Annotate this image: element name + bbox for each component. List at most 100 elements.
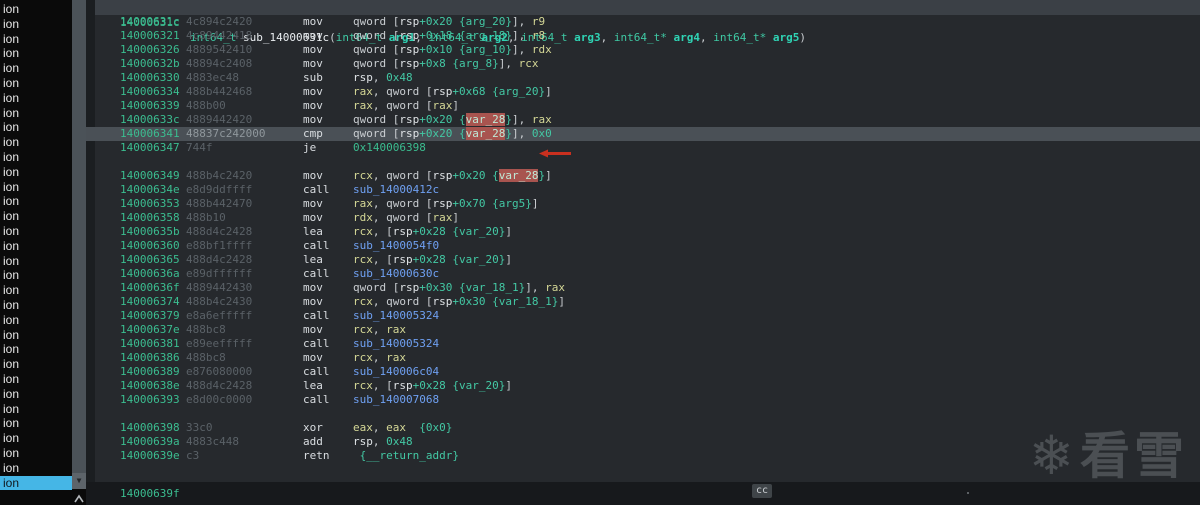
- disasm-row[interactable]: 140006358 488b10 mov rdx, qword [rax]: [86, 211, 1200, 225]
- disasm-row[interactable]: 140006393 e8d00c0000 call sub_140007068: [86, 393, 1200, 407]
- disasm-row[interactable]: 140006381 e89eefffff call sub_140005324: [86, 337, 1200, 351]
- disasm-row[interactable]: 140006334 488b442468 mov rax, qword [rsp+0x…: [86, 85, 1200, 99]
- disasm-row[interactable]: 140006360 e88bf1ffff call sub_1400054f0: [86, 239, 1200, 253]
- sidebar-item[interactable]: ion: [0, 268, 72, 283]
- sidebar-item[interactable]: ion: [0, 165, 72, 180]
- sidebar-item[interactable]: ion: [0, 106, 72, 121]
- disasm-row[interactable]: 140006321 4c89442418 mov qword [rsp+0x18 {a…: [86, 29, 1200, 43]
- sidebar-item[interactable]: ion: [0, 313, 72, 328]
- sidebar-item[interactable]: ion: [0, 298, 72, 313]
- sidebar-item[interactable]: ion: [0, 387, 72, 402]
- sidebar-item[interactable]: ion: [0, 342, 72, 357]
- disasm-row[interactable]: 140006347 744f je 0x140006398: [86, 141, 1200, 155]
- sidebar-item[interactable]: ion: [0, 372, 72, 387]
- sidebar-item[interactable]: ion: [0, 402, 72, 417]
- sidebar-item[interactable]: ion: [0, 357, 72, 372]
- sidebar-item[interactable]: ion: [0, 475, 72, 491]
- chevron-down-icon[interactable]: ▼: [72, 473, 86, 489]
- disasm-row[interactable]: 140006339 488b00 mov rax, qword [rax]: [86, 99, 1200, 113]
- sidebar-item[interactable]: ion: [0, 61, 72, 76]
- sidebar-item[interactable]: ion: [0, 76, 72, 91]
- watermark-text: 看雪: [1080, 427, 1188, 485]
- snowflake-icon: ❄: [1028, 424, 1074, 487]
- sidebar-item[interactable]: ion: [0, 150, 72, 165]
- address: 140006326: [120, 43, 180, 56]
- address[interactable]: 14000639f: [120, 487, 180, 500]
- function-ref[interactable]: sub_140007068: [353, 393, 439, 406]
- disasm-row[interactable]: 140006365 488d4c2428 lea rcx, [rsp+0x28 {va…: [86, 253, 1200, 267]
- address: 14000632b: [120, 57, 180, 70]
- disasm-row[interactable]: 140006389 e876080000 call sub_140006c04: [86, 365, 1200, 379]
- sidebar-item[interactable]: ion: [0, 46, 72, 61]
- sidebar-item[interactable]: ion: [0, 209, 72, 224]
- disasm-row[interactable]: 14000634e e8d9ddffff call sub_14000412c: [86, 183, 1200, 197]
- asm-token: {arg_20}: [458, 15, 512, 28]
- disasm-row[interactable]: 14000635b 488d4c2428 lea rcx, [rsp+0x28 {va…: [86, 225, 1200, 239]
- disasm-row[interactable]: 14000633c 4889442420 mov qword [rsp+0x20 {v…: [86, 113, 1200, 127]
- disasm-row[interactable]: 14000631c 4c894c2420 mov qword [rsp+0x20 {a…: [86, 15, 1200, 29]
- sidebar-item[interactable]: ion: [0, 194, 72, 209]
- disassembly-view[interactable]: 14000631c int64_t sub_14000631c(int64_t …: [86, 0, 1200, 505]
- sidebar-item[interactable]: ion: [0, 431, 72, 446]
- asm-token: rcx: [353, 351, 373, 364]
- disasm-row[interactable]: 140006341 48837c242000 cmp qword [rsp+0x20 …: [86, 127, 1200, 141]
- disasm-row[interactable]: 140006374 488b4c2430 mov rcx, qword [rsp+0x…: [86, 295, 1200, 309]
- disasm-row[interactable]: 140006353 488b442470 mov rax, qword [rsp+0x…: [86, 197, 1200, 211]
- disasm-row[interactable]: 14000638e 488d4c2428 lea rcx, [rsp+0x28 {va…: [86, 379, 1200, 393]
- operands: rcx, [rsp+0x28 {var_20}]: [353, 379, 512, 393]
- mnemonic: lea: [303, 379, 323, 392]
- disasm-row[interactable]: 140006349 488b4c2420 mov rcx, qword [rsp+0x…: [86, 169, 1200, 183]
- disasm-row[interactable]: 14000636f 4889442430 mov qword [rsp+0x30 {v…: [86, 281, 1200, 295]
- disasm-row[interactable]: 140006326 4889542410 mov qword [rsp+0x10 {a…: [86, 43, 1200, 57]
- sidebar-item[interactable]: ion: [0, 32, 72, 47]
- code-ref[interactable]: 0x140006398: [353, 141, 426, 154]
- mnemonic: mov: [303, 295, 323, 308]
- sidebar-item[interactable]: ion: [0, 17, 72, 32]
- chevron-up-icon[interactable]: [73, 494, 85, 504]
- function-ref[interactable]: sub_14000412c: [353, 183, 439, 196]
- sidebar-item[interactable]: ion: [0, 135, 72, 150]
- function-ref[interactable]: sub_1400054f0: [353, 239, 439, 252]
- sidebar-item[interactable]: ion: [0, 2, 72, 17]
- function-signature-row[interactable]: 14000631c int64_t sub_14000631c(int64_t …: [95, 0, 1200, 44]
- sidebar-item[interactable]: ion: [0, 283, 72, 298]
- asm-token: rcx: [353, 323, 373, 336]
- sidebar-item[interactable]: ion: [0, 328, 72, 343]
- function-ref[interactable]: sub_140005324: [353, 337, 439, 350]
- address: 140006334: [120, 85, 180, 98]
- asm-token: r8: [531, 29, 546, 42]
- asm-token: {__return_addr}: [359, 449, 459, 462]
- disasm-row[interactable]: 14000632b 48894c2408 mov qword [rsp+0x8 {ar…: [86, 57, 1200, 71]
- function-ref[interactable]: sub_140005324: [353, 309, 439, 322]
- operands: sub_140005324: [353, 337, 439, 351]
- sidebar-item[interactable]: ion: [0, 224, 72, 239]
- splitter-bar[interactable]: [72, 0, 86, 505]
- sidebar-item[interactable]: ion: [0, 239, 72, 254]
- asm-token: qword [: [353, 29, 400, 42]
- disassembler-window: ion ion ion ion ion ion ion ion ion ion ion ion ion i…: [0, 0, 1200, 505]
- annotation-arrow-icon: [539, 149, 571, 158]
- disasm-row[interactable]: 140006386 488bc8 mov rcx, rax: [86, 351, 1200, 365]
- asm-token: ],: [525, 281, 546, 294]
- sidebar-item[interactable]: ion: [0, 91, 72, 106]
- opcode-bytes: 4c89442418: [186, 29, 253, 42]
- sidebar-item[interactable]: ion: [0, 120, 72, 135]
- function-list-sidebar[interactable]: ion ion ion ion ion ion ion ion ion ion ion ion ion i…: [0, 0, 72, 505]
- sidebar-item[interactable]: ion: [0, 180, 72, 195]
- sidebar-item[interactable]: ion: [0, 416, 72, 431]
- asm-token: qword [: [353, 15, 400, 28]
- disasm-row[interactable]: 14000636a e89dffffff call sub_14000630c: [86, 267, 1200, 281]
- sidebar-item[interactable]: ion: [0, 461, 72, 476]
- operands: qword [rsp+0x10 {arg_10}], rdx: [353, 43, 552, 57]
- disasm-row[interactable]: 140006379 e8a6efffff call sub_140005324: [86, 309, 1200, 323]
- sidebar-item[interactable]: ion: [0, 446, 72, 461]
- asm-token: {var_20}: [452, 225, 506, 238]
- operands: qword [rsp+0x8 {arg_8}], rcx: [353, 57, 538, 71]
- opcode-bytes: 488b10: [186, 211, 226, 224]
- disasm-row[interactable]: 14000637e 488bc8 mov rcx, rax: [86, 323, 1200, 337]
- disasm-row[interactable]: 140006330 4883ec48 sub rsp, 0x48: [86, 71, 1200, 85]
- function-ref[interactable]: sub_140006c04: [353, 365, 439, 378]
- mnemonic: sub: [303, 71, 323, 84]
- sidebar-item[interactable]: ion: [0, 254, 72, 269]
- function-ref[interactable]: sub_14000630c: [353, 267, 439, 280]
